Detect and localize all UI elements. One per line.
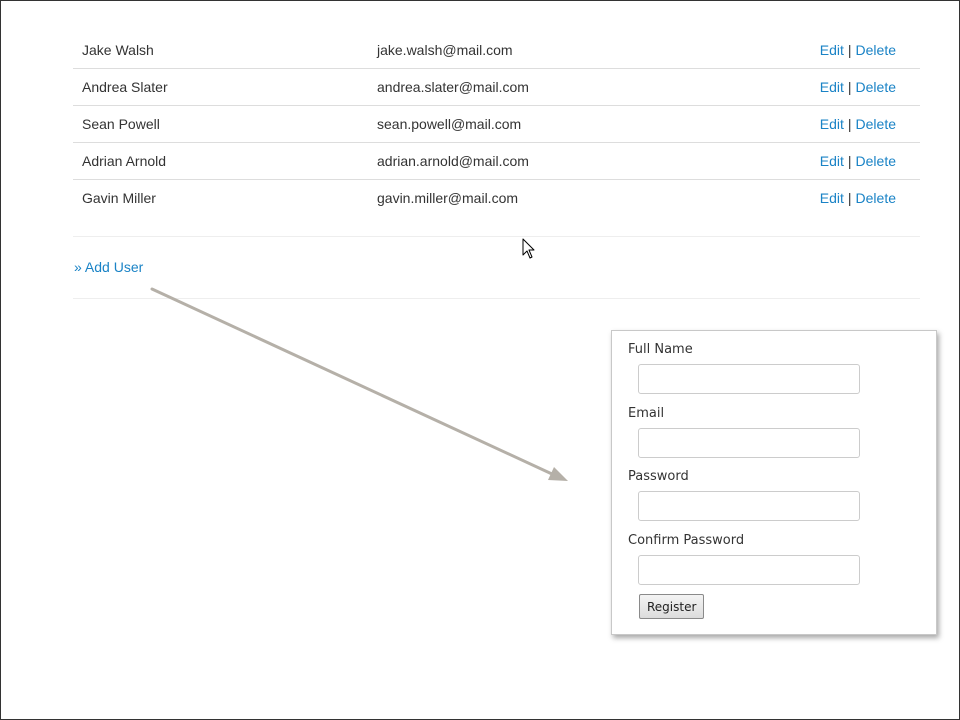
- password-field[interactable]: [638, 491, 860, 521]
- confirm-password-field[interactable]: [638, 555, 860, 585]
- email-label: Email: [628, 406, 665, 421]
- register-button[interactable]: Register: [639, 594, 705, 619]
- password-label: Password: [628, 469, 689, 484]
- registration-form: Full Name Email Password Confirm Passwor…: [611, 330, 937, 635]
- confirm-password-label: Confirm Password: [628, 533, 745, 548]
- full-name-label: Full Name: [628, 342, 693, 357]
- email-field[interactable]: [638, 428, 860, 458]
- full-name-field[interactable]: [638, 364, 860, 394]
